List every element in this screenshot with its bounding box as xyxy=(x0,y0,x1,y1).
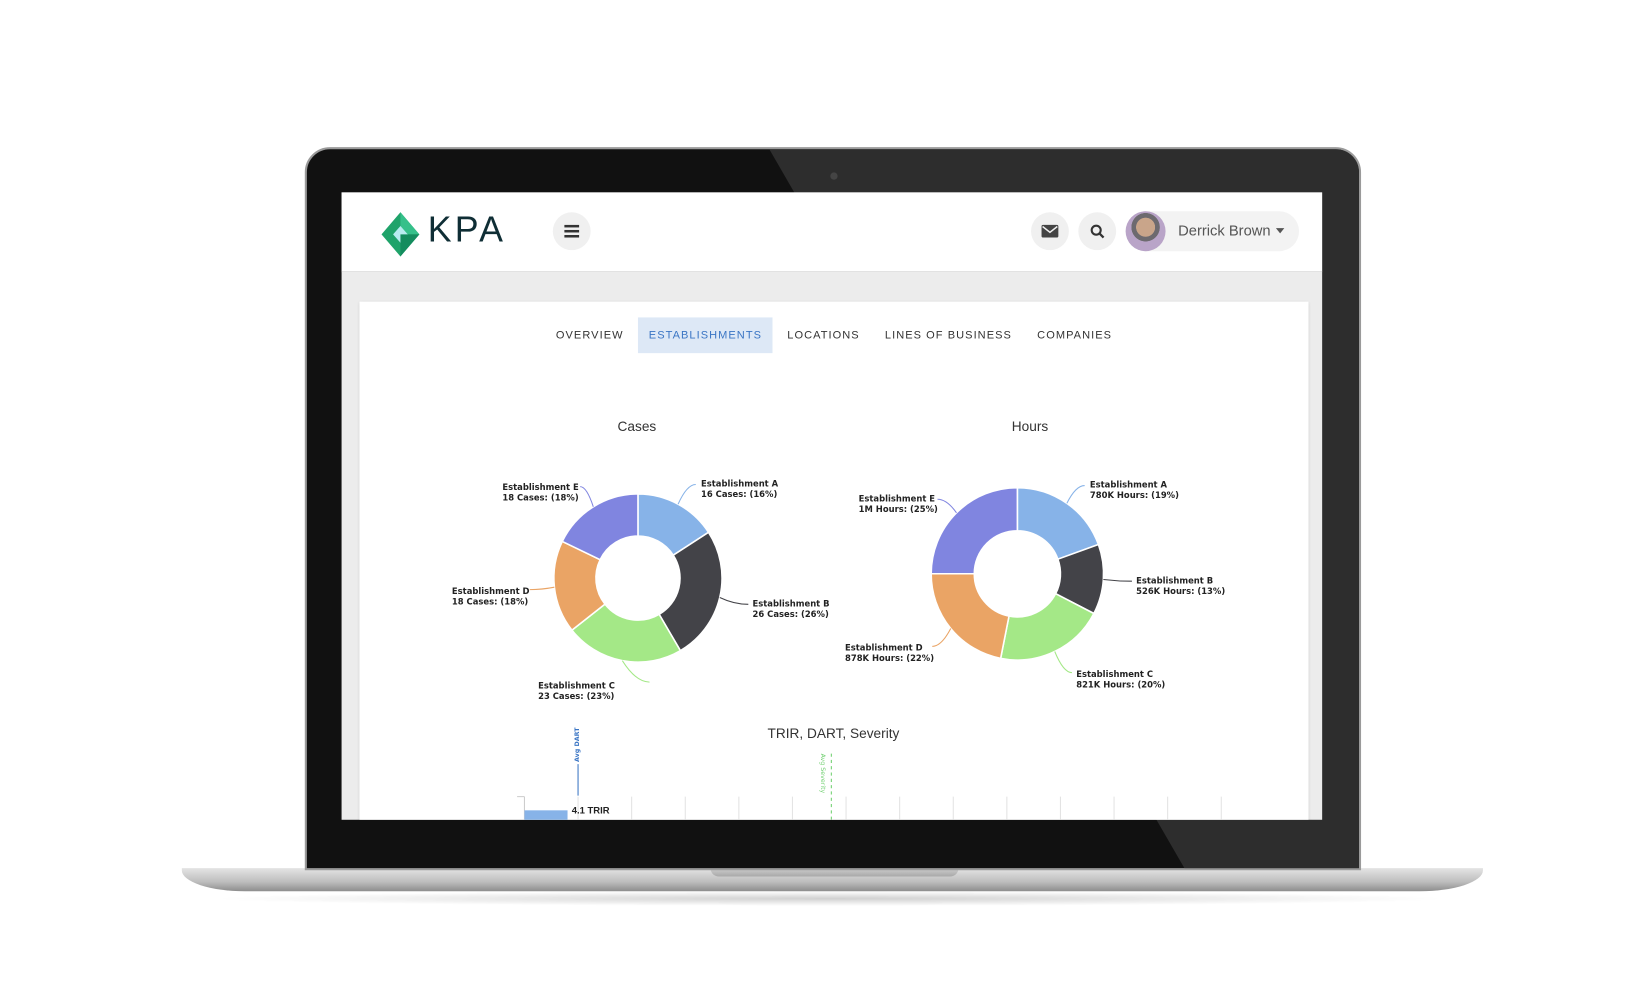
user-menu[interactable]: Derrick Brown xyxy=(1125,211,1300,252)
avatar xyxy=(1125,211,1166,252)
menu-button[interactable] xyxy=(552,212,591,251)
search-icon xyxy=(1090,224,1105,239)
camera xyxy=(830,172,838,180)
bar-trir[interactable] xyxy=(524,810,568,820)
bar-label-trir: 4.1 TRIR xyxy=(571,805,610,816)
laptop-shadow xyxy=(210,891,1451,906)
kpa-logo-icon[interactable] xyxy=(381,212,424,261)
search-button[interactable] xyxy=(1078,212,1117,251)
avg-severity-label: Avg Severity xyxy=(818,753,827,794)
avg-dart-label: Avg DART xyxy=(573,727,582,762)
app-screen: KPA Derrick Brown OVERVIEW ESTABLISHMENT… xyxy=(341,192,1323,820)
messages-button[interactable] xyxy=(1031,212,1069,251)
user-name: Derrick Brown xyxy=(1178,221,1271,239)
trir-bar-chart xyxy=(517,753,1222,820)
envelope-icon xyxy=(1041,224,1059,238)
logo-text: KPA xyxy=(427,210,507,251)
dashboard-card: OVERVIEW ESTABLISHMENTS LOCATIONS LINES … xyxy=(359,301,1309,820)
chevron-down-icon xyxy=(1275,228,1285,234)
top-header: KPA Derrick Brown xyxy=(341,192,1323,273)
hamburger-icon xyxy=(564,224,580,238)
